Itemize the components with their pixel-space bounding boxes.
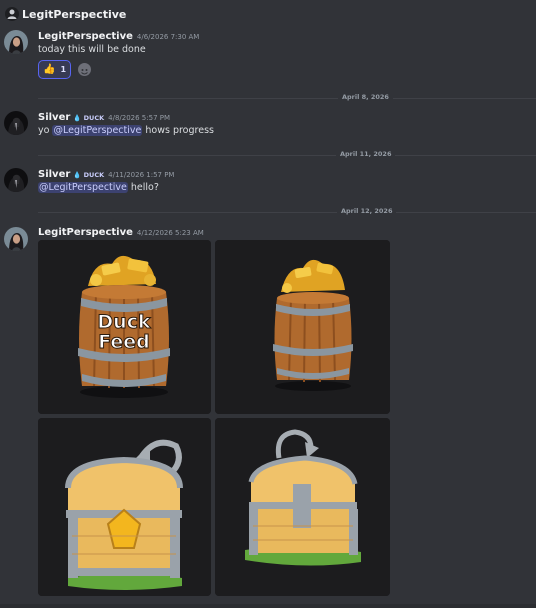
timestamp: 4/6/2026 7:30 AM <box>136 33 200 41</box>
thumbs-up-emoji: 👍 <box>43 64 56 75</box>
duck-drop-icon: 💧 <box>73 171 82 179</box>
composer-edge <box>0 604 536 608</box>
guild-tag: 💧 DUCK <box>73 171 105 179</box>
username[interactable]: Silver 💧 DUCK 4/8/2026 5:57 PM <box>38 112 170 123</box>
date-divider: April 12, 2026 <box>38 207 536 215</box>
avatar[interactable] <box>4 111 28 135</box>
message-text: @LegitPerspective hello? <box>38 182 159 193</box>
date-divider: April 8, 2026 <box>38 93 536 101</box>
username[interactable]: LegitPerspective 4/12/2026 5:23 AM <box>38 227 204 238</box>
avatar[interactable] <box>4 30 28 54</box>
label-feed: Feed <box>98 331 150 353</box>
username[interactable]: LegitPerspective 4/6/2026 7:30 AM <box>38 31 199 42</box>
reaction-thumbs-up[interactable]: 👍 1 <box>38 60 71 79</box>
username[interactable]: Silver 💧 DUCK 4/11/2026 1:57 PM <box>38 169 174 180</box>
avatar[interactable] <box>4 227 28 251</box>
guild-tag: 💧 DUCK <box>73 114 105 122</box>
message-text: yo @LegitPerspective hows progress <box>38 125 214 136</box>
attachment-image[interactable] <box>215 418 390 596</box>
message: LegitPerspective 4/6/2026 7:30 AM today t… <box>0 0 536 90</box>
reaction-count: 1 <box>60 65 67 74</box>
timestamp: 4/8/2026 5:57 PM <box>108 114 171 122</box>
attachment-image[interactable] <box>38 418 211 596</box>
timestamp: 4/12/2026 5:23 AM <box>136 229 204 237</box>
user-mention[interactable]: @LegitPerspective <box>38 182 128 193</box>
message-text: today this will be done <box>38 44 146 55</box>
attachment-image[interactable] <box>215 240 390 414</box>
add-reaction-icon[interactable] <box>78 63 91 76</box>
duck-drop-icon: 💧 <box>73 114 82 122</box>
label-duck: Duck <box>97 311 151 333</box>
attachment-image[interactable]: Duck Feed <box>38 240 211 414</box>
timestamp: 4/11/2026 1:57 PM <box>108 171 175 179</box>
date-divider: April 11, 2026 <box>38 150 536 158</box>
user-mention[interactable]: @LegitPerspective <box>52 125 143 136</box>
avatar[interactable] <box>4 168 28 192</box>
attachment-grid: Duck Feed <box>38 240 390 596</box>
